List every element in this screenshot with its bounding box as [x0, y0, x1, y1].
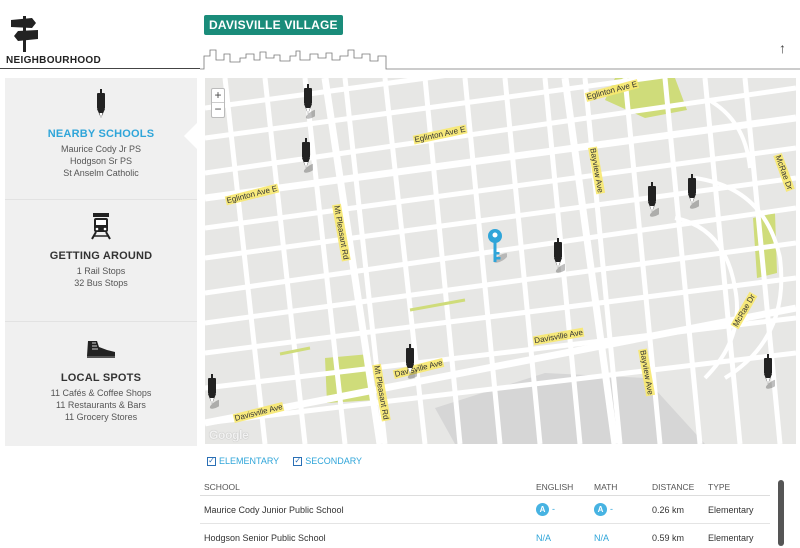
column-header-school[interactable]: SCHOOL — [200, 482, 536, 492]
grade-modifier: - — [552, 504, 555, 514]
school-type-filters: ✓ ELEMENTARY ✓ SECONDARY — [207, 456, 362, 466]
english-grade: N/A — [536, 532, 552, 543]
skyline-outline — [200, 49, 800, 70]
column-header-english[interactable]: ENGLISH — [536, 482, 594, 492]
secondary-checkbox[interactable]: ✓ — [293, 456, 303, 466]
school-pin-icon[interactable] — [205, 374, 219, 412]
school-name: Maurice Cody Junior Public School — [204, 504, 344, 515]
sidebar-item-detail: 11 Grocery Stores — [64, 412, 138, 422]
distance-value: 0.26 km — [652, 504, 685, 515]
math-grade: N/A — [594, 532, 610, 543]
grade-badge: A — [594, 503, 607, 516]
map-zoom-control: + − — [211, 88, 225, 118]
elementary-filter[interactable]: ✓ ELEMENTARY — [207, 456, 279, 466]
sidebar-item-detail: 11 Cafés & Coffee Shops — [50, 388, 152, 398]
column-header-distance[interactable]: DISTANCE — [652, 482, 708, 492]
header-divider — [0, 68, 200, 69]
category-sidebar: NEARBY SCHOOLS Maurice Cody Jr PS Hodgso… — [5, 78, 198, 446]
elementary-checkbox[interactable]: ✓ — [207, 456, 216, 466]
sidebar-item-nearby-schools[interactable]: NEARBY SCHOOLS Maurice Cody Jr PS Hodgso… — [5, 78, 198, 200]
pencil-icon — [5, 88, 197, 120]
column-header-type[interactable]: TYPE — [708, 482, 768, 492]
elementary-filter-label: ELEMENTARY — [219, 456, 280, 466]
school-pin-icon[interactable] — [403, 344, 417, 382]
neighbourhood-map[interactable]: + − Eglinton Ave E Eglinton Ave E Eglint… — [205, 78, 796, 444]
school-type: Elementary — [708, 532, 754, 543]
school-type: Elementary — [708, 504, 754, 515]
school-name: Hodgson Senior Public School — [204, 532, 326, 543]
neighbourhood-brand-logo: DAVISVILLE VILLAGE — [204, 15, 343, 35]
sidebar-item-local-spots[interactable]: LOCAL SPOTS 11 Cafés & Coffee Shops 11 R… — [5, 322, 197, 446]
signpost-icon — [11, 16, 38, 52]
sidebar-item-detail: 32 Bus Stops — [74, 278, 128, 288]
schools-table: SCHOOL ENGLISH MATH DISTANCE TYPE Mauric… — [200, 478, 770, 548]
scroll-to-top-button[interactable]: ↑ — [779, 40, 786, 56]
school-pin-icon[interactable] — [299, 138, 313, 176]
math-grade: A- — [594, 503, 652, 516]
sidebar-item-detail: St Anselm Catholic — [63, 168, 139, 178]
school-pin-icon[interactable] — [551, 238, 565, 276]
sidebar-item-detail: 11 Restaurants & Bars — [56, 400, 146, 410]
table-row[interactable]: Maurice Cody Junior Public School A- A- … — [200, 496, 770, 524]
sneaker-icon — [5, 332, 197, 364]
secondary-filter-label: SECONDARY — [305, 456, 363, 466]
sidebar-item-title: NEARBY SCHOOLS — [47, 128, 155, 140]
sidebar-item-getting-around[interactable]: GETTING AROUND 1 Rail Stops 32 Bus Stops — [5, 200, 197, 322]
distance-value: 0.59 km — [652, 532, 685, 543]
zoom-out-button[interactable]: − — [212, 103, 224, 117]
school-pin-icon[interactable] — [685, 174, 699, 212]
grade-badge: A — [536, 503, 549, 516]
school-pin-icon[interactable] — [761, 354, 775, 392]
active-indicator — [184, 122, 198, 150]
sidebar-item-detail: Maurice Cody Jr PS — [60, 144, 142, 154]
zoom-in-button[interactable]: + — [212, 89, 224, 103]
section-label: NEIGHBOURHOOD — [6, 55, 102, 66]
grade-modifier: - — [610, 504, 613, 514]
school-pin-icon[interactable] — [301, 84, 315, 122]
sidebar-item-detail: 1 Rail Stops — [76, 266, 126, 276]
sidebar-item-title: LOCAL SPOTS — [60, 372, 142, 384]
column-header-math[interactable]: MATH — [594, 482, 652, 492]
secondary-filter[interactable]: ✓ SECONDARY — [293, 456, 362, 466]
home-key-marker-icon[interactable] — [487, 228, 507, 268]
school-pin-icon[interactable] — [645, 182, 659, 220]
sidebar-item-title: GETTING AROUND — [49, 250, 153, 262]
english-grade: A- — [536, 503, 594, 516]
page-header: NEIGHBOURHOOD DAVISVILLE VILLAGE ↑ — [0, 0, 800, 70]
map-attribution-logo: Google — [209, 428, 249, 442]
sidebar-item-detail: Hodgson Sr PS — [69, 156, 133, 166]
table-row[interactable]: Hodgson Senior Public School N/A N/A 0.5… — [200, 524, 770, 548]
table-scrollbar[interactable] — [778, 480, 784, 546]
table-header: SCHOOL ENGLISH MATH DISTANCE TYPE — [200, 478, 770, 496]
train-icon — [5, 210, 197, 242]
